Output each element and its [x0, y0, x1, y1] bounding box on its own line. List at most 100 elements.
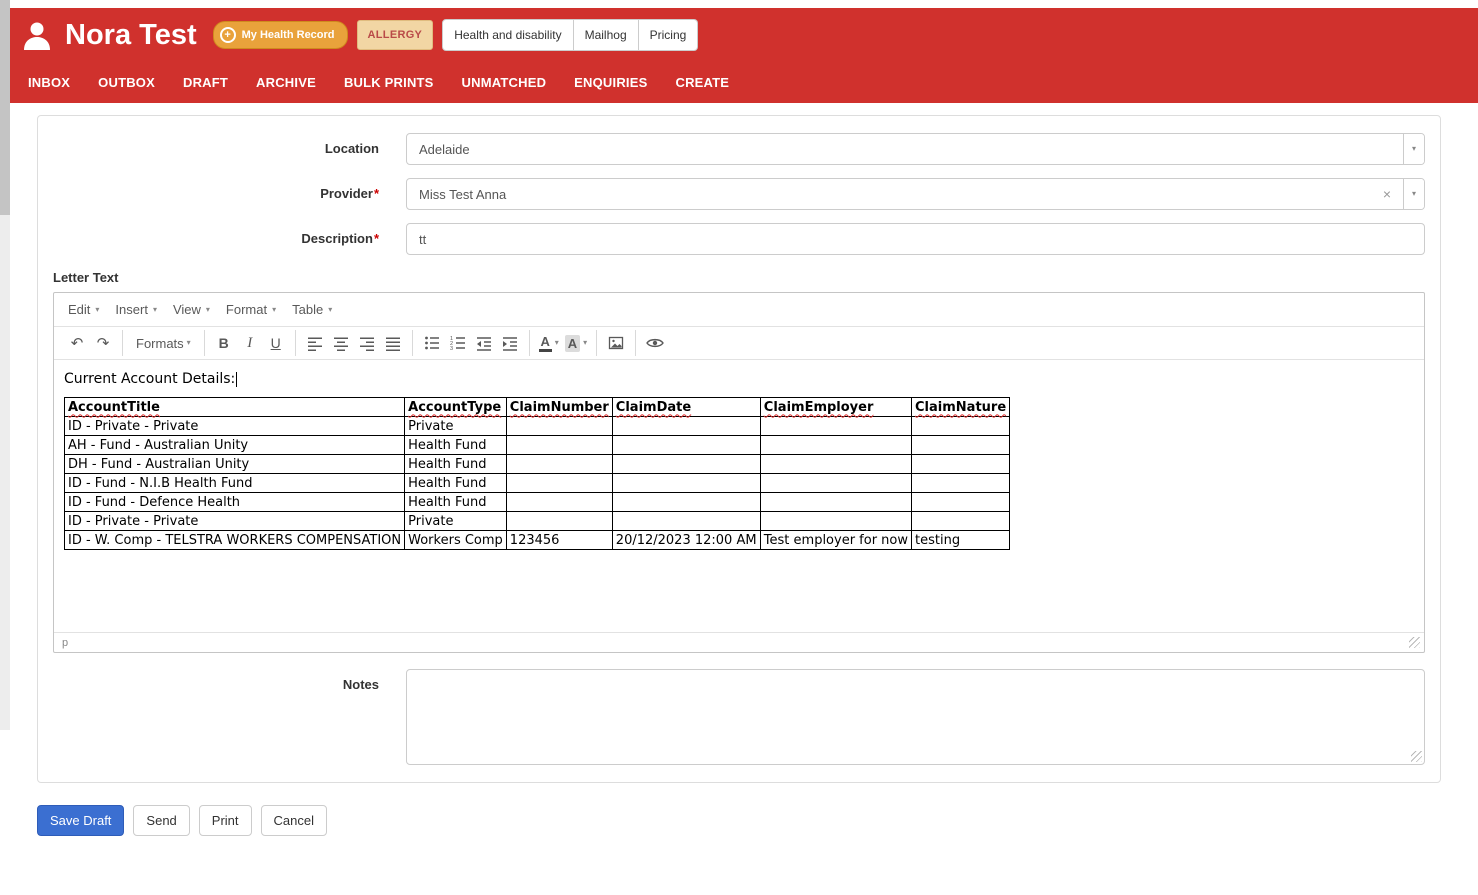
- notes-textarea[interactable]: [406, 669, 1425, 765]
- menu-insert[interactable]: Insert ▾: [107, 296, 165, 323]
- provider-input[interactable]: [406, 178, 1425, 210]
- app-header: Nora Test + My Health Record ALLERGY Hea…: [10, 8, 1478, 103]
- outdent-button[interactable]: [471, 330, 497, 356]
- bullet-list-button[interactable]: [419, 330, 445, 356]
- align-right-button[interactable]: [354, 330, 380, 356]
- align-left-button[interactable]: [302, 330, 328, 356]
- numbered-list-button[interactable]: 123: [445, 330, 471, 356]
- clear-provider-icon[interactable]: ×: [1377, 178, 1397, 210]
- my-health-record-button[interactable]: + My Health Record: [212, 21, 348, 49]
- table-cell: [505, 492, 613, 512]
- table-cell: ID - Fund - N.I.B Health Fund: [63, 473, 406, 493]
- print-button[interactable]: Print: [198, 805, 252, 836]
- table-cell: [911, 416, 1011, 436]
- cancel-button[interactable]: Cancel: [260, 805, 327, 836]
- table-cell: [611, 454, 761, 474]
- background-color-button[interactable]: A ▾: [562, 330, 590, 356]
- toolbar-group-inline: B I U: [203, 330, 295, 356]
- location-input[interactable]: [406, 133, 1425, 165]
- nav-item-draft[interactable]: DRAFT: [183, 75, 228, 90]
- provider-dropdown-toggle[interactable]: ▾: [1403, 179, 1424, 209]
- editor-content[interactable]: Current Account Details: AccountTitle Ac…: [54, 360, 1424, 632]
- toolbar-group-insert: [596, 330, 635, 356]
- table-cell: [911, 435, 1011, 455]
- chevron-down-icon: ▾: [95, 304, 100, 314]
- chevron-down-icon: ▾: [583, 338, 588, 347]
- table-cell: [759, 492, 913, 512]
- table-cell: [505, 435, 613, 455]
- table-cell: [505, 416, 613, 436]
- bold-icon: B: [218, 335, 229, 351]
- table-cell: Workers Comp: [404, 530, 507, 550]
- menu-view[interactable]: View ▾: [165, 296, 218, 323]
- nav-item-create[interactable]: CREATE: [675, 75, 729, 90]
- table-row: ID - W. Comp - TELSTRA WORKERS COMPENSAT…: [63, 530, 1011, 550]
- bold-button[interactable]: B: [211, 330, 237, 356]
- column-header-claimemployer: ClaimEmployer: [759, 397, 913, 417]
- formats-dropdown[interactable]: Formats ▾: [129, 330, 198, 356]
- toolbar-group-formats: Formats ▾: [122, 330, 204, 356]
- description-row: Description*: [53, 223, 1425, 255]
- pricing-button[interactable]: Pricing: [638, 19, 699, 51]
- table-cell: testing: [911, 530, 1011, 550]
- undo-icon: ↶: [70, 334, 84, 352]
- toolbar-group-history: ↶ ↷: [58, 330, 122, 356]
- menu-format[interactable]: Format ▾: [218, 296, 284, 323]
- patient-name: Nora Test: [65, 18, 197, 51]
- redo-icon: ↷: [96, 334, 110, 352]
- align-center-button[interactable]: [328, 330, 354, 356]
- description-field: [406, 223, 1425, 255]
- editor-menubar: Edit ▾ Insert ▾ View ▾ Format ▾ Table ▾: [54, 293, 1424, 327]
- editor-resize-handle[interactable]: [1409, 637, 1420, 648]
- underline-button[interactable]: U: [263, 330, 289, 356]
- scrollbar-thumb[interactable]: [0, 0, 10, 215]
- table-cell: ID - Private - Private: [63, 511, 406, 531]
- save-draft-button[interactable]: Save Draft: [37, 805, 125, 836]
- redo-button[interactable]: ↷: [90, 330, 116, 356]
- location-label: Location: [324, 141, 379, 156]
- menu-edit[interactable]: Edit ▾: [60, 296, 107, 323]
- table-cell: Test employer for now: [759, 530, 913, 550]
- text-color-button[interactable]: A ▾: [536, 330, 562, 356]
- undo-button[interactable]: ↶: [64, 330, 90, 356]
- toolbar-group-align: [294, 330, 412, 356]
- nav-item-bulk-prints[interactable]: BULK PRINTS: [344, 75, 434, 90]
- send-button[interactable]: Send: [133, 805, 190, 836]
- table-cell: [759, 454, 913, 474]
- header-top: Nora Test + My Health Record ALLERGY Hea…: [10, 8, 1478, 62]
- chevron-down-icon: ▾: [186, 338, 191, 347]
- element-path[interactable]: p: [62, 637, 68, 649]
- mailhog-button[interactable]: Mailhog: [573, 19, 639, 51]
- chevron-down-icon: ▾: [205, 304, 210, 314]
- nav-item-unmatched[interactable]: UNMATCHED: [462, 75, 547, 90]
- chevron-down-icon: ▾: [272, 304, 277, 314]
- chevron-down-icon: ▾: [554, 338, 559, 347]
- table-row: ID - Fund - N.I.B Health Fund Health Fun…: [63, 473, 1011, 493]
- footer-actions: Save Draft Send Print Cancel: [37, 805, 327, 836]
- nav-item-archive[interactable]: ARCHIVE: [256, 75, 316, 90]
- description-input[interactable]: [406, 223, 1425, 255]
- image-button[interactable]: [603, 330, 629, 356]
- bullet-list-icon: [424, 336, 439, 350]
- health-and-disability-button[interactable]: Health and disability: [442, 19, 574, 51]
- required-asterisk: *: [373, 231, 379, 246]
- align-justify-button[interactable]: [380, 330, 406, 356]
- allergy-button[interactable]: ALLERGY: [356, 20, 434, 50]
- left-scrollbar[interactable]: [0, 0, 10, 730]
- notes-resize-handle[interactable]: [1411, 751, 1422, 762]
- editor-status-bar: p: [54, 632, 1424, 652]
- column-header-accounttitle: AccountTitle: [63, 397, 406, 417]
- location-field: ▾: [406, 133, 1425, 165]
- main-nav: INBOX OUTBOX DRAFT ARCHIVE BULK PRINTS U…: [10, 62, 1478, 103]
- nav-item-inbox[interactable]: INBOX: [28, 75, 70, 90]
- nav-item-outbox[interactable]: OUTBOX: [98, 75, 155, 90]
- indent-button[interactable]: [497, 330, 523, 356]
- account-details-table: AccountTitle AccountType ClaimNumber Cla…: [63, 397, 1011, 550]
- italic-button[interactable]: I: [237, 330, 263, 356]
- location-dropdown-toggle[interactable]: ▾: [1403, 134, 1424, 164]
- table-cell: DH - Fund - Australian Unity: [63, 454, 406, 474]
- nav-item-enquiries[interactable]: ENQUIRIES: [574, 75, 647, 90]
- preview-button[interactable]: [642, 330, 668, 356]
- menu-table[interactable]: Table ▾: [284, 296, 340, 323]
- table-cell: [611, 473, 761, 493]
